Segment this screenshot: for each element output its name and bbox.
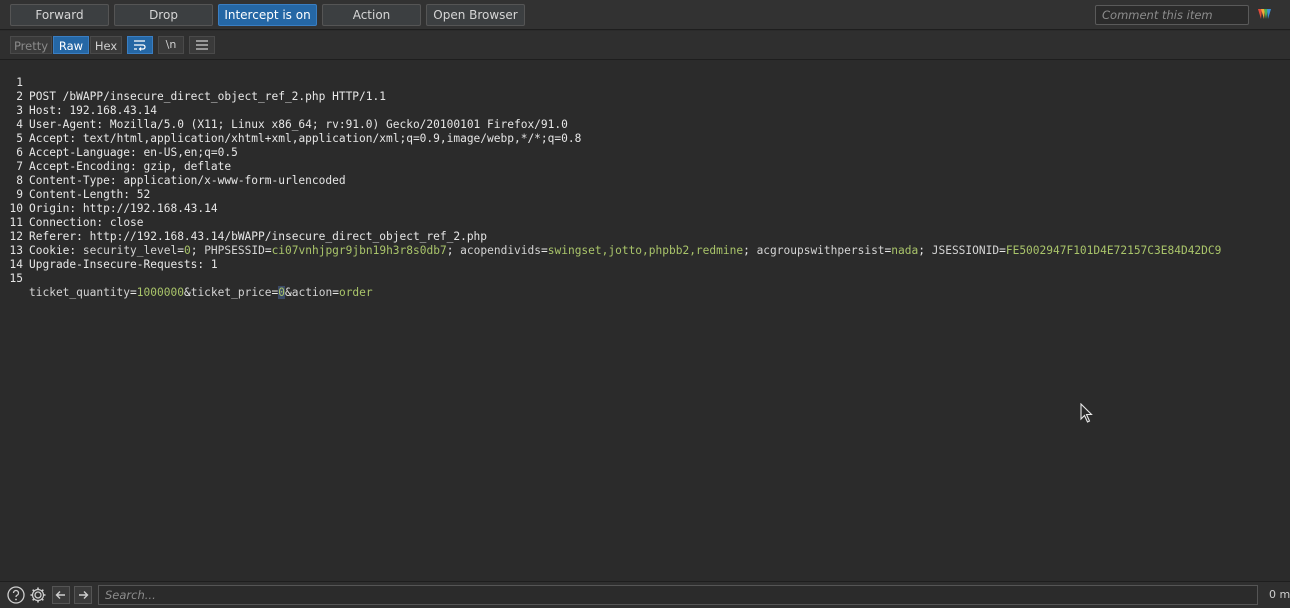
hamburger-menu-icon: [196, 40, 208, 50]
header-name: Content-Type: [29, 174, 110, 187]
header-name: Origin: [29, 202, 70, 215]
header-name: Cookie: [29, 244, 70, 257]
cookie-name: acopendivids: [460, 244, 541, 257]
request-line: 12 Cookie: security_level=0; PHPSESSID=c…: [0, 216, 1222, 257]
header-name: Accept: [29, 132, 70, 145]
header-name: Accept-Encoding: [29, 160, 131, 173]
header-value: application/x-www-form-urlencoded: [123, 174, 346, 187]
wrap-lines-icon: [134, 40, 146, 51]
header-name: Connection: [29, 216, 97, 229]
request-line: 13 Upgrade-Insecure-Requests: 1: [0, 230, 218, 271]
header-value: http://192.168.43.14/bWAPP/insecure_dire…: [89, 230, 488, 243]
gear-icon[interactable]: [29, 586, 47, 604]
help-icon[interactable]: [7, 586, 25, 604]
cookie-value: swingset,jotto,phpbb2,redmine: [547, 244, 744, 257]
header-name: User-Agent: [29, 118, 97, 131]
open-browser-button[interactable]: Open Browser: [426, 4, 525, 26]
request-line: 7 Content-Type: application/x-www-form-u…: [0, 146, 345, 187]
intercept-toggle-button[interactable]: Intercept is on: [218, 4, 317, 26]
request-line: 10 Connection: close: [0, 188, 144, 229]
header-value: text/html,application/xhtml+xml,applicat…: [82, 132, 582, 145]
cookie-value: 0: [183, 244, 191, 257]
header-name: Content-Length: [29, 188, 124, 201]
request-line: 11 Referer: http://192.168.43.14/bWAPP/i…: [0, 202, 488, 243]
header-value: http://192.168.43.14: [82, 202, 218, 215]
cookie-name: PHPSESSID: [204, 244, 265, 257]
cookie-name: JSESSIONID: [931, 244, 1000, 257]
header-name: Accept-Language: [29, 146, 131, 159]
header-value: en-US,en;q=0.5: [143, 146, 238, 159]
header-value: gzip, deflate: [143, 160, 232, 173]
comment-input[interactable]: [1095, 5, 1249, 25]
drop-button[interactable]: Drop: [114, 4, 213, 26]
forward-button[interactable]: Forward: [10, 4, 109, 26]
header-value: 192.168.43.14: [69, 104, 157, 117]
cookie-name: security_level: [82, 244, 178, 257]
request-editor[interactable]: 1 POST /bWAPP/insecure_direct_object_ref…: [0, 60, 1290, 581]
request-body-line: 15 ticket_quantity=1000000&ticket_price=…: [0, 258, 373, 299]
arrow-left-icon[interactable]: [52, 586, 70, 604]
search-input[interactable]: [98, 585, 1258, 605]
burp-logo-icon[interactable]: [1256, 6, 1272, 22]
request-line: 3 User-Agent: Mozilla/5.0 (X11; Linux x8…: [0, 90, 568, 131]
match-count: 0 m: [1269, 588, 1290, 601]
param-name: action: [291, 286, 333, 299]
header-value: Mozilla/5.0 (X11; Linux x86_64; rv:91.0)…: [109, 118, 568, 131]
mouse-cursor-icon: [1080, 403, 1093, 423]
param-value: 0: [278, 286, 286, 299]
header-name: Upgrade-Insecure-Requests: [29, 258, 198, 271]
param-value: 1000000: [136, 286, 184, 299]
request-line: 9 Origin: http://192.168.43.14: [0, 174, 217, 215]
cookie-value: nada: [891, 244, 919, 257]
param-name: ticket_price: [190, 286, 272, 299]
request-line: 5 Accept-Language: en-US,en;q=0.5: [0, 118, 238, 159]
line-number: 15: [9, 272, 23, 285]
action-button[interactable]: Action: [322, 4, 421, 26]
request-line: 14: [0, 244, 27, 271]
editor-menu-button[interactable]: [189, 36, 215, 54]
request-line: 4 Accept: text/html,application/xhtml+xm…: [0, 104, 581, 145]
param-value: order: [338, 286, 373, 299]
view-toolbar: Pretty Raw Hex \n: [0, 31, 1290, 60]
arrow-right-icon[interactable]: [74, 586, 92, 604]
request-line: 6 Accept-Encoding: gzip, deflate: [0, 132, 231, 173]
tab-hex[interactable]: Hex: [90, 36, 122, 54]
cookie-value: FE5002947F101D4E72157C3E84D42DC9: [1005, 244, 1222, 257]
header-value: 1: [210, 258, 218, 271]
intercept-toolbar: Forward Drop Intercept is on Action Open…: [0, 0, 1290, 30]
wrap-lines-toggle[interactable]: [127, 36, 153, 54]
show-newlines-toggle[interactable]: \n: [158, 36, 184, 54]
tab-pretty[interactable]: Pretty: [10, 36, 52, 54]
request-start-line: POST /bWAPP/insecure_direct_object_ref_2…: [29, 90, 386, 103]
tab-raw[interactable]: Raw: [53, 36, 89, 54]
header-name: Referer: [29, 230, 77, 243]
cookie-value: ci07vnhjpgr9jbn19h3r8s0db7: [271, 244, 447, 257]
request-line: 2 Host: 192.168.43.14: [0, 76, 157, 117]
request-line: 8 Content-Length: 52: [0, 160, 150, 201]
header-name: Host: [29, 104, 56, 117]
search-bar: 0 m: [0, 581, 1290, 608]
header-value: 52: [136, 188, 151, 201]
header-value: close: [109, 216, 144, 229]
request-line: 1 POST /bWAPP/insecure_direct_object_ref…: [0, 62, 386, 103]
param-name: ticket_quantity: [29, 286, 131, 299]
cookie-name: acgroupswithpersist: [756, 244, 885, 257]
